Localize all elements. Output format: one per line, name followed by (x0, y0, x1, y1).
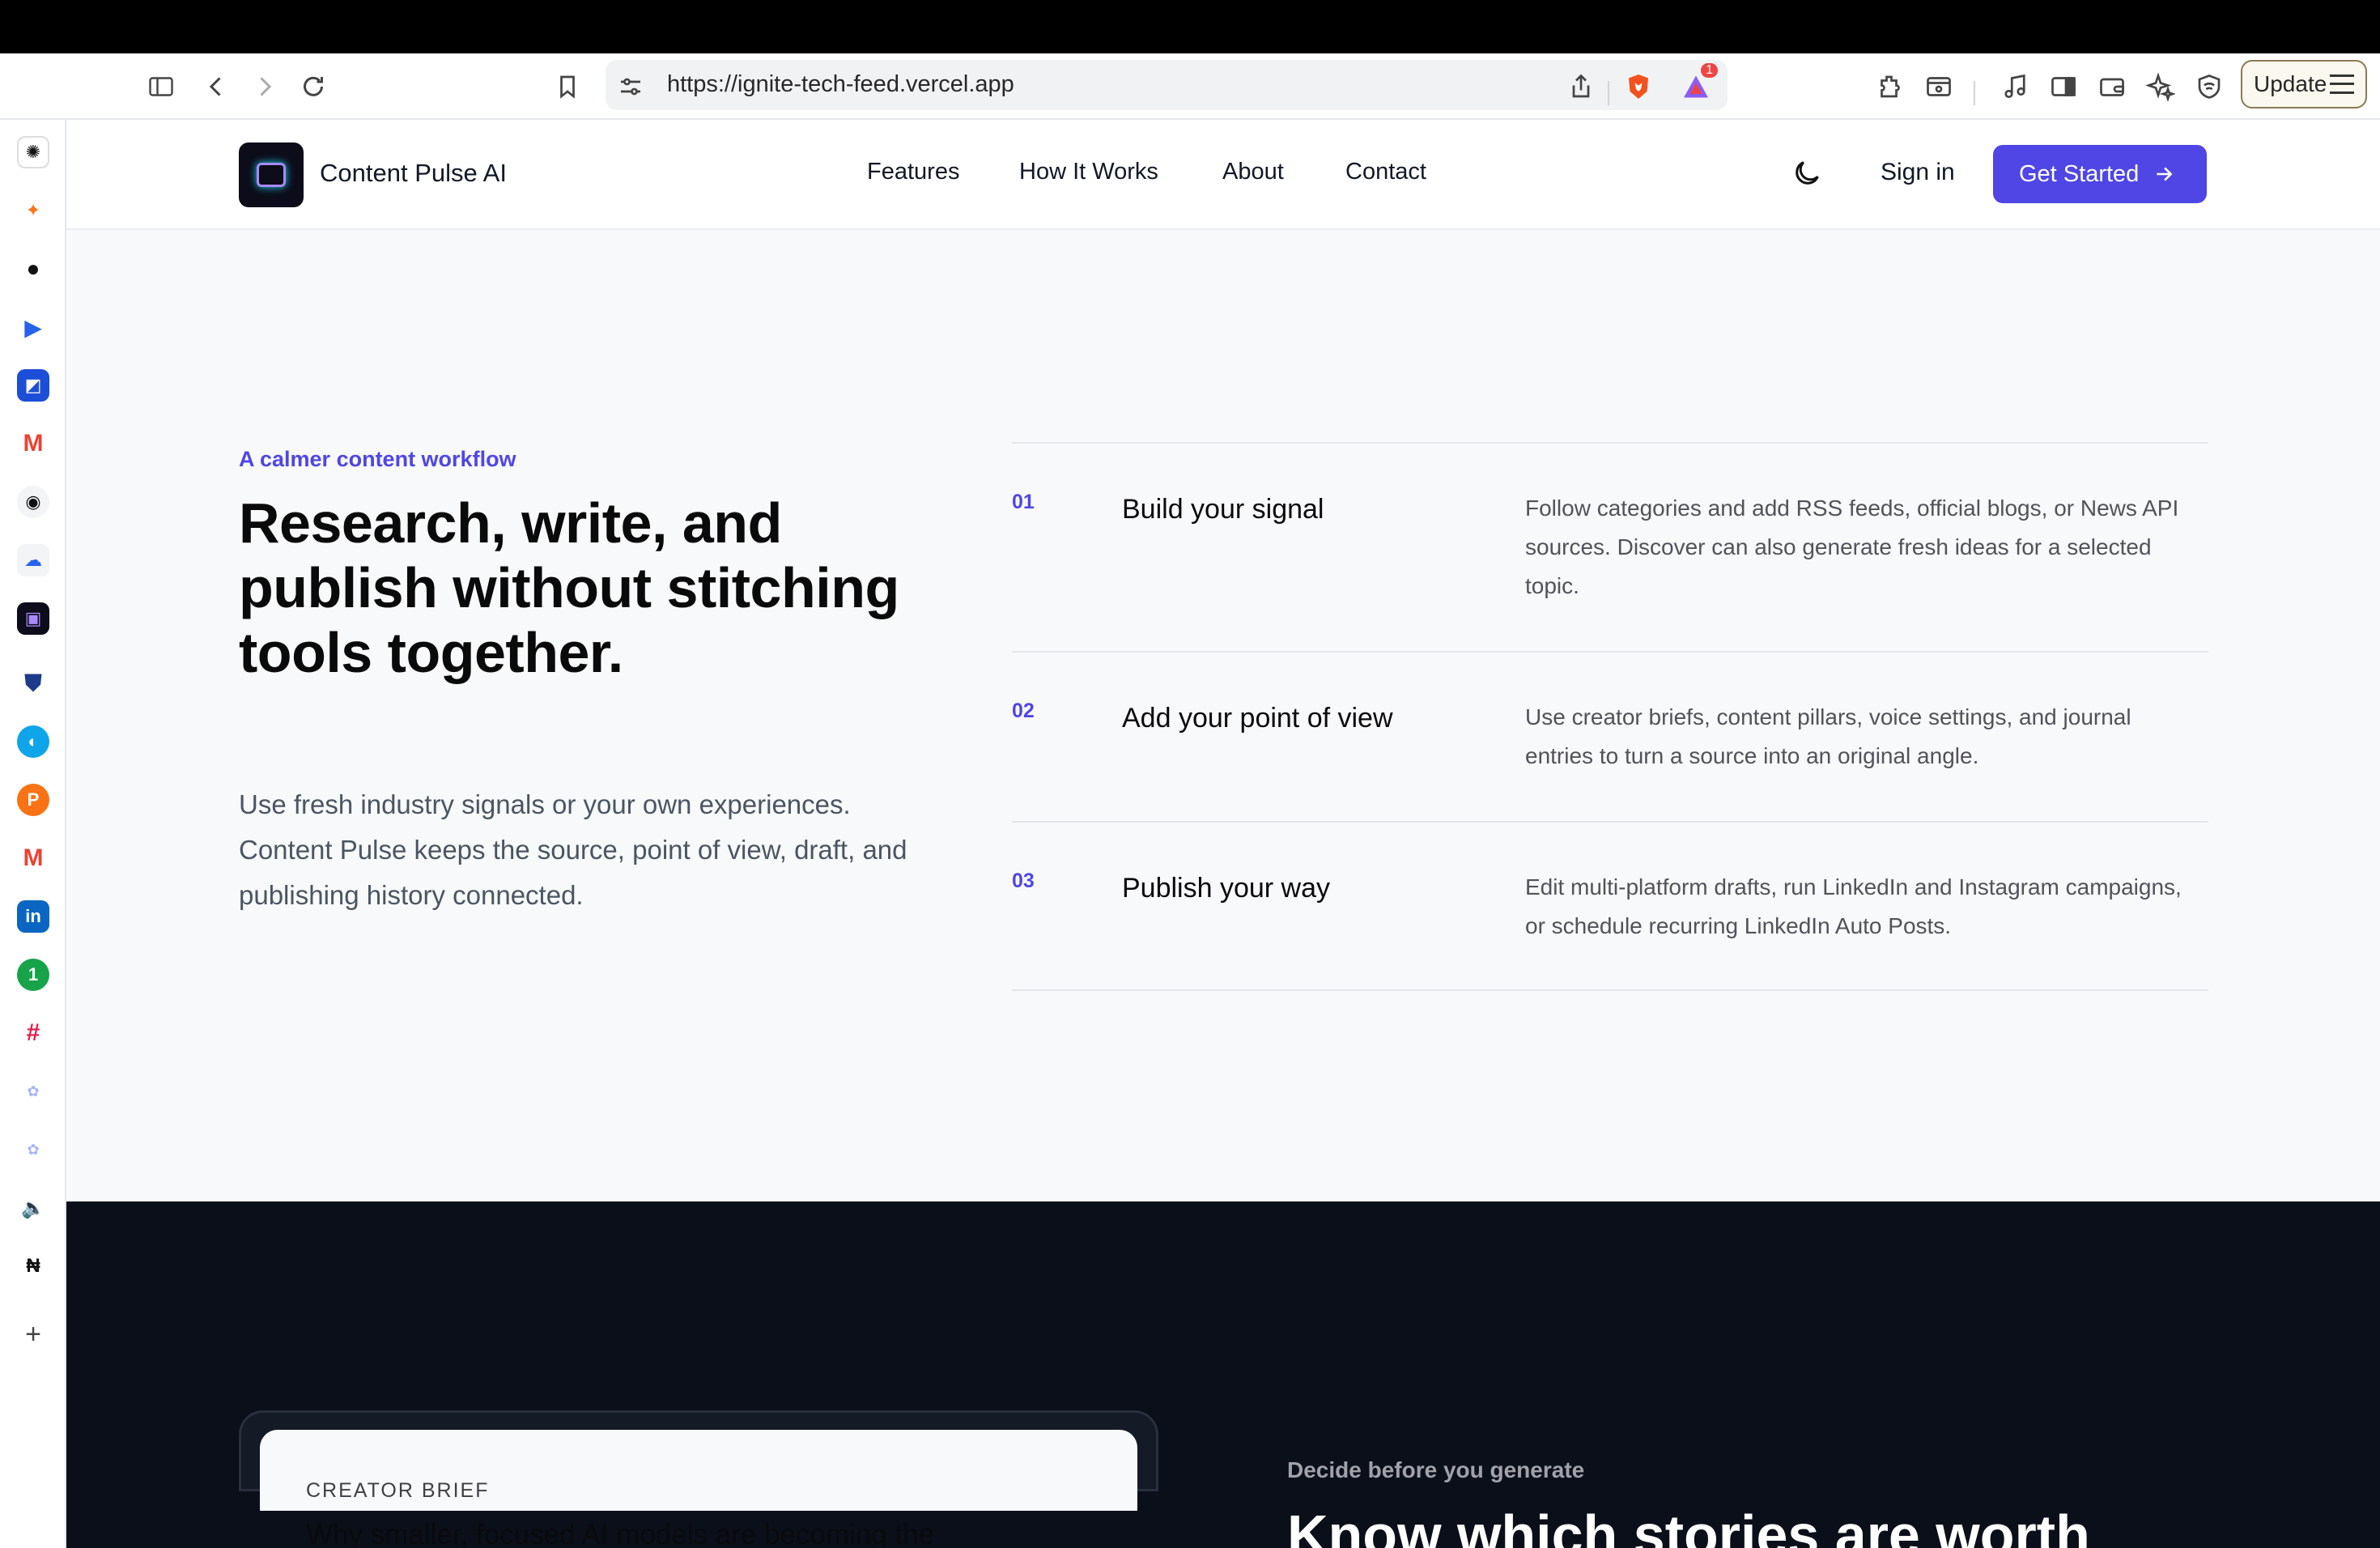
globe-icon[interactable]: ◐ (17, 725, 49, 758)
gmail-icon-2[interactable]: M (17, 842, 49, 874)
brief-label: CREATOR BRIEF (306, 1479, 490, 1502)
content-pulse-icon[interactable]: ▣ (17, 602, 49, 635)
slack-icon[interactable]: # (17, 1017, 49, 1049)
speaker-icon[interactable]: 🔈 (17, 1192, 49, 1224)
sign-in-link[interactable]: Sign in (1881, 159, 1955, 186)
app-icon-3[interactable]: ₦ (17, 1250, 49, 1282)
dark-eyebrow: Decide before you generate (1287, 1457, 1585, 1482)
extensions-icon[interactable] (1872, 68, 1909, 105)
step-item: 02 Add your point of view Use creator br… (1012, 651, 2208, 821)
workflow-steps: 01 Build your signal Follow categories a… (1012, 442, 2208, 991)
apple-icon[interactable]: ● (17, 253, 49, 285)
wallet-icon[interactable] (2093, 68, 2131, 105)
get-started-label: Get Started (2019, 160, 2140, 187)
section-eyebrow: A calmer content workflow (239, 447, 516, 471)
media-icon[interactable] (1996, 68, 2034, 105)
vpn-icon[interactable] (2191, 68, 2228, 105)
step-title: Build your signal (1122, 494, 1324, 525)
shield-star-icon[interactable]: ⛊ (17, 667, 49, 700)
forward-icon[interactable] (246, 68, 283, 105)
share-icon[interactable] (1562, 68, 1600, 105)
cloud-icon[interactable]: ☁ (17, 544, 49, 576)
browser-sidebar: ✺ ✦ ● ▶ ◩ M ◉ ☁ ▣ ⛊ ◐ P M in 1 # ✿ ✿ 🔈 ₦… (0, 120, 66, 1548)
nav-about[interactable]: About (1222, 159, 1284, 185)
play-icon[interactable]: ▶ (17, 311, 49, 343)
step-item: 03 Publish your way Edit multi-platform … (1012, 821, 2208, 991)
app-icon-2[interactable]: ✿ (17, 1133, 49, 1166)
onepassword-icon[interactable]: 1 (17, 959, 49, 991)
reload-icon[interactable] (295, 68, 332, 105)
leo-ai-icon[interactable] (2142, 68, 2179, 105)
site-settings-icon[interactable] (612, 68, 649, 105)
brief-title: Why smaller, focused AI models are becom… (306, 1519, 935, 1548)
sidebar-toggle-icon[interactable] (142, 68, 180, 105)
gmail-icon[interactable]: M (17, 427, 49, 460)
step-title: Publish your way (1122, 873, 1331, 904)
window-top-bar (0, 0, 2380, 53)
add-icon[interactable]: + (17, 1318, 49, 1350)
app-icon-1[interactable]: ✿ (17, 1075, 49, 1108)
brave-shield-icon[interactable] (1620, 68, 1657, 105)
brand-logo[interactable] (239, 142, 304, 207)
site-header: Content Pulse AI Features How It Works A… (66, 120, 2380, 230)
producthunt-icon[interactable]: P (17, 784, 49, 816)
back-icon[interactable] (198, 68, 235, 105)
jira-icon[interactable]: ◩ (17, 369, 49, 402)
menu-icon[interactable] (2330, 74, 2354, 94)
step-description: Follow categories and add RSS feeds, off… (1525, 495, 2179, 598)
nav-features[interactable]: Features (867, 159, 959, 185)
nav-how-it-works[interactable]: How It Works (1019, 159, 1158, 185)
step-item: 01 Build your signal Follow categories a… (1012, 442, 2208, 651)
linkedin-icon[interactable]: in (17, 900, 49, 933)
step-number: 03 (1012, 870, 1035, 892)
browser-toolbar: https://ignite-tech-feed.vercel.app 1 Up… (0, 53, 2380, 120)
url-text[interactable]: https://ignite-tech-feed.vercel.app (667, 68, 1014, 100)
brand-name[interactable]: Content Pulse AI (320, 159, 507, 188)
dark-headline: Know which stories are worth (1287, 1503, 2090, 1548)
arrow-right-icon (2157, 167, 2173, 181)
step-number: 02 (1012, 700, 1035, 722)
section-description: Use fresh industry signals or your own e… (239, 789, 907, 910)
bookmark-icon[interactable] (549, 68, 586, 105)
sidebar-panel-icon[interactable] (2045, 68, 2082, 105)
section-headline: Research, write, and publish without sti… (239, 491, 899, 684)
theme-toggle-icon[interactable] (1791, 157, 1823, 189)
rewards-badge: 1 (1701, 63, 1718, 78)
openai-icon[interactable]: ✺ (17, 136, 49, 168)
nav-contact[interactable]: Contact (1345, 159, 1426, 185)
reader-icon[interactable] (1920, 68, 1957, 105)
step-description: Edit multi-platform drafts, run LinkedIn… (1525, 874, 2182, 938)
step-number: 01 (1012, 491, 1035, 513)
rewards-icon[interactable]: 1 (1677, 63, 1718, 105)
github-icon[interactable]: ◉ (17, 486, 49, 518)
step-title: Add your point of view (1122, 703, 1393, 734)
update-label: Update (2254, 71, 2327, 96)
claude-icon[interactable]: ✦ (17, 194, 49, 227)
get-started-button[interactable]: Get Started (1993, 145, 2207, 203)
step-description: Use creator briefs, content pillars, voi… (1525, 704, 2131, 768)
update-button[interactable]: Update (2241, 60, 2367, 108)
